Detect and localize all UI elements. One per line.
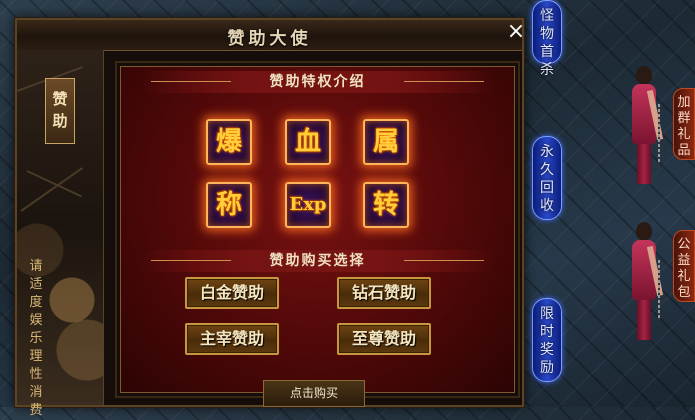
tab-char: 赞 <box>52 90 68 108</box>
rebirth-privilege-icon[interactable]: 转 <box>363 182 409 228</box>
tab-sponsor[interactable]: 赞 助 <box>45 78 75 144</box>
vbtn-char: 久 <box>540 162 554 178</box>
tab-char: 助 <box>52 112 68 130</box>
npc-legs <box>637 300 651 340</box>
notice-char: 请 <box>29 259 43 274</box>
vbtn-char: 公 <box>677 237 691 252</box>
close-icon[interactable]: × <box>506 21 526 43</box>
npc-legs <box>637 144 651 184</box>
vbtn-char: 首 <box>540 44 554 60</box>
supreme-sponsor-button[interactable]: 至尊赞助 <box>337 323 431 355</box>
vbtn-char: 回 <box>540 180 554 196</box>
notice-char: 娱 <box>29 313 43 328</box>
npc-hair <box>636 66 652 84</box>
monster-first-kill-button[interactable]: 怪 物 首 杀 <box>532 0 562 78</box>
vbtn-char: 包 <box>677 285 691 300</box>
vbtn-char: 时 <box>540 324 554 340</box>
vbtn-char: 怪 <box>540 8 554 24</box>
notice-char: 消 <box>29 385 43 400</box>
vbtn-char: 限 <box>540 306 554 322</box>
notice-char: 费 <box>29 403 43 418</box>
vbtn-char: 礼 <box>677 127 691 142</box>
sponsor-dialog: 赞助大使 × 赞 助 请 适 度 娱 乐 理 性 消 费 赞助特权介绍 爆 血 … <box>15 18 526 418</box>
permanent-recycle-button[interactable]: 永 久 回 收 <box>532 136 562 220</box>
moderate-play-notice: 请 适 度 娱 乐 理 性 消 费 <box>27 258 45 420</box>
platinum-sponsor-button[interactable]: 白金赞助 <box>185 277 279 309</box>
vbtn-char: 奖 <box>540 342 554 358</box>
dialog-titlebar[interactable]: 赞助大使 <box>17 20 522 51</box>
npc-character[interactable] <box>624 66 664 196</box>
npc-character[interactable] <box>624 222 664 352</box>
limited-reward-button[interactable]: 限 时 奖 励 <box>532 298 562 382</box>
vbtn-char: 杀 <box>540 62 554 78</box>
charity-gift-button[interactable]: 公 益 礼 包 <box>673 230 695 302</box>
vbtn-char: 礼 <box>677 269 691 284</box>
notice-char: 度 <box>29 295 43 310</box>
exp-privilege-icon[interactable]: Exp <box>285 182 331 228</box>
title-privilege-icon[interactable]: 称 <box>206 182 252 228</box>
vbtn-char: 群 <box>677 111 691 126</box>
vbtn-char: 励 <box>540 360 554 376</box>
notice-char: 理 <box>29 349 43 364</box>
npc-chain <box>658 104 660 164</box>
join-group-gift-button[interactable]: 加 群 礼 品 <box>673 88 695 160</box>
vbtn-char: 加 <box>677 95 691 110</box>
hp-privilege-icon[interactable]: 血 <box>285 119 331 165</box>
npc-chain <box>658 260 660 320</box>
vbtn-char: 品 <box>677 143 691 158</box>
vbtn-char: 益 <box>677 253 691 268</box>
vbtn-char: 物 <box>540 26 554 42</box>
master-sponsor-button[interactable]: 主宰赞助 <box>185 323 279 355</box>
purchase-button[interactable]: 点击购买 <box>263 380 365 407</box>
drop-rate-privilege-icon[interactable]: 爆 <box>206 119 252 165</box>
npc-hair <box>636 222 652 240</box>
attribute-privilege-icon[interactable]: 属 <box>363 119 409 165</box>
dialog-sidebar: 赞 助 请 适 度 娱 乐 理 性 消 费 <box>16 50 104 418</box>
diamond-sponsor-button[interactable]: 钻石赞助 <box>337 277 431 309</box>
notice-char: 乐 <box>29 331 43 346</box>
dialog-title: 赞助大使 <box>227 29 312 49</box>
vbtn-char: 永 <box>540 144 554 160</box>
vbtn-char: 收 <box>540 198 554 214</box>
purchase-header: 赞助购买选择 <box>141 250 494 272</box>
notice-char: 适 <box>29 277 43 292</box>
privileges-header: 赞助特权介绍 <box>141 71 494 93</box>
notice-char: 性 <box>29 367 43 382</box>
sponsor-content-panel: 赞助特权介绍 爆 血 属 称 Exp 转 赞助购买选择 白金赞助 钻石赞助 主宰… <box>115 61 520 398</box>
